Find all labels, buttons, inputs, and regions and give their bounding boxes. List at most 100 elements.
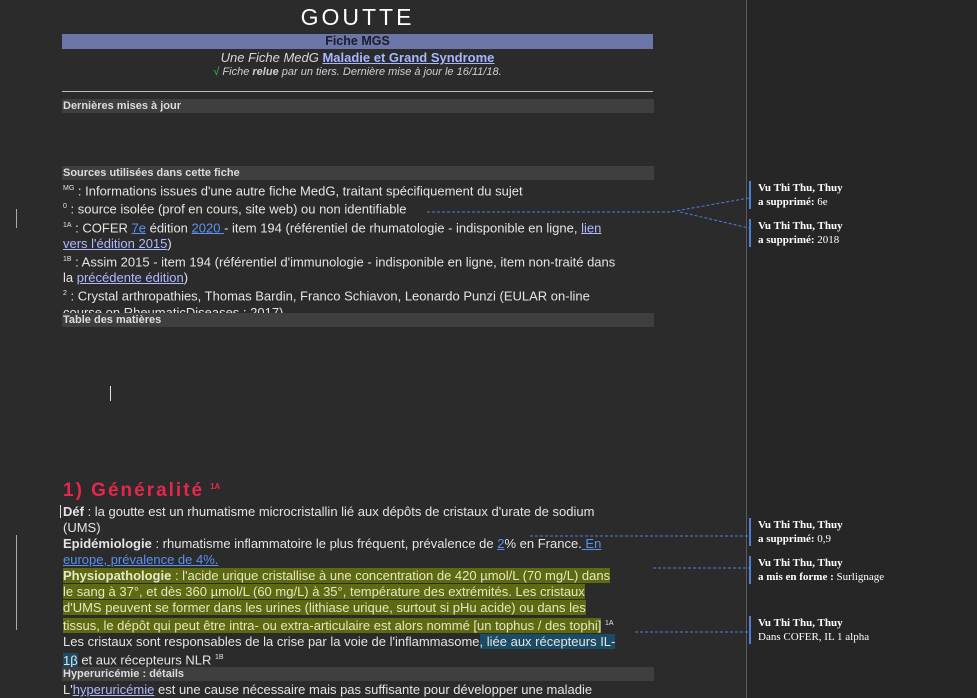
section-header-sources: Sources utilisées dans cette fiche xyxy=(62,166,654,180)
section-heading-sup: 1A xyxy=(210,481,221,491)
comment-value: Surlignage xyxy=(833,571,885,583)
physiopathology-line2: le sang à 37°, et dès 360 µmol/L (60 mg/… xyxy=(63,584,653,600)
change-bar-section1 xyxy=(16,535,17,630)
source-mg: MG : Informations issues d'une autre fic… xyxy=(63,181,653,199)
source-mg-text: : Informations issues d'une autre fiche … xyxy=(74,183,523,199)
comment-author: Vu Thi Thu, Thuy xyxy=(758,557,843,569)
hyperuricemia-link[interactable]: hyperuricémie xyxy=(73,682,155,697)
text-cursor xyxy=(110,386,111,401)
phys-line2: le sang à 37°, et dès 360 µmol/L (60 mg/… xyxy=(63,584,585,599)
phys-line5a: Les cristaux sont responsables de la cri… xyxy=(63,634,480,650)
europe-link[interactable]: En xyxy=(582,536,601,551)
comment-1[interactable]: Vu Thi Thu, Thuy a supprimé: 6e xyxy=(749,181,977,209)
definition-cont: (UMS) xyxy=(63,520,101,535)
def-text: : la goutte est un rhumatisme microcrist… xyxy=(83,504,595,519)
edition-link[interactable]: 7e xyxy=(132,220,146,235)
comment-2[interactable]: Vu Thi Thu, Thuy a supprimé: 2018 xyxy=(749,219,977,247)
source-1a-sup: 1A xyxy=(63,221,72,229)
epi-label: Epidémiologie xyxy=(63,536,152,551)
source-1a-close: ) xyxy=(167,235,172,251)
hyper-text1: L' xyxy=(63,682,73,697)
source-mg-sup: MG xyxy=(63,185,75,192)
fiche-banner: Fiche MGS xyxy=(62,34,653,49)
comment-action: a supprimé: xyxy=(758,196,815,208)
reviewed-suffix: par un tiers. Dernière mise à jour le 16… xyxy=(278,66,502,78)
comment-value: 6e xyxy=(814,196,828,208)
comment-action: a mis en forme : xyxy=(758,571,834,583)
source-1b: 1B : Assim 2015 - item 194 (référentiel … xyxy=(63,252,653,270)
change-bar xyxy=(16,209,17,228)
section-heading: 1) Généralité 1A xyxy=(63,480,220,502)
physiopathology-line4: tissus, le dépôt qui peut être intra- ou… xyxy=(63,616,653,634)
edition-2015-link-cont[interactable]: vers l'édition 2015 xyxy=(63,236,167,251)
hyper-text: L'hyperuricémie est une cause nécessaire… xyxy=(63,682,653,698)
source-zero-text: : source isolée (prof en cours, site web… xyxy=(66,201,407,217)
physiopathology-line3: d'UMS peuvent se former dans les urines … xyxy=(63,600,653,616)
edition-2015-link[interactable]: lien xyxy=(581,220,601,235)
physiopathology-line6: 1β et aux récepteurs NLR 1B xyxy=(63,650,653,668)
source-1b-text2: la xyxy=(63,270,77,286)
source-2: 2 : Crystal arthropathies, Thomas Bardin… xyxy=(63,286,653,304)
source-1a-cont: vers l'édition 2015) xyxy=(63,236,653,252)
definition: Déf : la goutte est un rhumatisme microc… xyxy=(63,504,653,520)
comments-pane xyxy=(747,0,977,698)
reviewed-note: √ Fiche relue par un tiers. Dernière mis… xyxy=(62,66,653,78)
section1-body: Déf : la goutte est un rhumatisme microc… xyxy=(63,504,653,669)
comment-value: Dans COFER, IL 1 alpha xyxy=(758,631,870,643)
comment-action: a supprimé: xyxy=(758,533,815,545)
reviewed-bold: relue xyxy=(252,66,279,78)
phys-line3: d'UMS peuvent se former dans les urines … xyxy=(63,600,586,615)
comment-author: Vu Thi Thu, Thuy xyxy=(758,182,843,194)
subtitle-prefix: Une Fiche MedG xyxy=(220,50,323,65)
source-1b-text: : Assim 2015 - item 194 (référentiel d'i… xyxy=(71,254,616,270)
sources-list: MG : Informations issues d'une autre fic… xyxy=(63,181,653,321)
hyper-text2: est une cause nécessaire mais pas suffis… xyxy=(154,682,593,697)
text-cursor-section1 xyxy=(60,505,61,518)
source-2-text: : Crystal arthropathies, Thomas Bardin, … xyxy=(66,288,590,304)
phys-line5b: , liée aux récepteurs IL- xyxy=(479,634,616,650)
subtitle: Une Fiche MedG Maladie et Grand Syndrome xyxy=(62,50,653,65)
comment-5[interactable]: Vu Thi Thu, Thuy Dans COFER, IL 1 alpha xyxy=(749,616,977,644)
section-header-updates: Dernières mises à jour xyxy=(62,99,654,113)
phys-line4: tissus, le dépôt qui peut être intra- ou… xyxy=(63,618,602,634)
comment-value: 2018 xyxy=(814,234,840,246)
year-link[interactable]: 2020 xyxy=(192,220,225,235)
comment-author: Vu Thi Thu, Thuy xyxy=(758,617,843,629)
phys-line6a: 1β xyxy=(63,652,78,668)
phys-line1: : l'acide urique cristallise à une conce… xyxy=(171,568,611,583)
source-1b-close: ) xyxy=(183,270,189,286)
epidemiology: Epidémiologie : rhumatisme inflammatoire… xyxy=(63,536,653,552)
previous-edition-link[interactable]: précédente édition xyxy=(77,270,184,285)
source-1a-text: : COFER xyxy=(71,219,132,235)
reviewed-prefix: Fiche xyxy=(219,66,253,78)
document-page: GOUTTE Fiche MGS Une Fiche MedG Maladie … xyxy=(0,0,745,698)
europe-link-cont[interactable]: europe, prévalence de 4%. xyxy=(63,552,218,567)
section-header-hyper: Hyperuricémie : détails xyxy=(62,667,654,681)
section-heading-text: 1) Généralité xyxy=(63,480,205,501)
epi-text2: % en France. xyxy=(504,536,582,551)
subtitle-link[interactable]: Maladie et Grand Syndrome xyxy=(322,50,494,65)
document-title: GOUTTE xyxy=(300,4,415,30)
physiopathology: Physiopathologie : l'acide urique crista… xyxy=(63,568,653,584)
source-zero: 0 : source isolée (prof en cours, site w… xyxy=(63,199,653,217)
comment-value: 0,9 xyxy=(814,533,832,545)
source-1a: 1A : COFER 7e édition 2020 - item 194 (r… xyxy=(63,218,653,236)
comment-4[interactable]: Vu Thi Thu, Thuy a mis en forme : Surlig… xyxy=(749,556,977,584)
phys-label: Physiopathologie xyxy=(63,568,172,583)
section-header-toc: Table des matières xyxy=(62,313,654,327)
source-1b-sup: 1B xyxy=(63,255,72,263)
divider xyxy=(62,91,653,92)
source-1a-text2: édition xyxy=(145,219,192,235)
phys-sup2: 1B xyxy=(215,654,224,662)
comment-author: Vu Thi Thu, Thuy xyxy=(758,220,843,232)
phys-line6b: et aux récepteurs NLR xyxy=(77,652,212,668)
comment-3[interactable]: Vu Thi Thu, Thuy a supprimé: 0,9 xyxy=(749,518,977,546)
epi-text: : rhumatisme inflammatoire le plus fréqu… xyxy=(151,536,498,551)
source-1a-text3: - item 194 (référentiel de rhumatologie … xyxy=(224,219,582,235)
comment-action: a supprimé: xyxy=(758,234,815,246)
phys-sup: 1A xyxy=(604,620,614,627)
epidemiology-cont: europe, prévalence de 4%. xyxy=(63,552,653,568)
physiopathology-line5: Les cristaux sont responsables de la cri… xyxy=(63,634,653,650)
comment-author: Vu Thi Thu, Thuy xyxy=(758,519,843,531)
def-label: Déf xyxy=(63,504,84,519)
